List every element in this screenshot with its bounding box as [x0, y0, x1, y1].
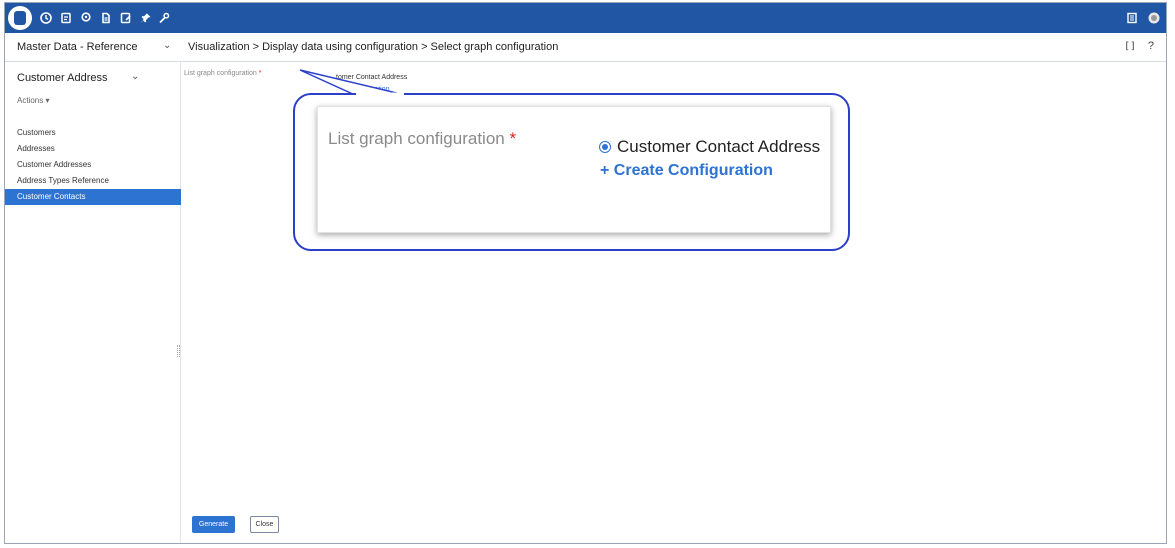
chevron-down-icon[interactable]: ⌄ — [163, 40, 171, 51]
zoom-required-mark: * — [509, 129, 517, 148]
user-avatar-icon[interactable] — [1147, 11, 1161, 25]
zoom-card: List graph configuration * Customer Cont… — [317, 106, 831, 233]
create-configuration-link[interactable]: ration — [372, 86, 390, 93]
zoom-option-label: Customer Contact Address — [617, 137, 821, 156]
document-icon[interactable] — [59, 11, 73, 25]
sidebar: Customer Address ⌄ Actions ▾ Customers A… — [5, 62, 181, 543]
actions-menu[interactable]: Actions ▾ — [17, 96, 49, 105]
required-mark: * — [258, 70, 262, 77]
zoom-field-label-text: List graph configuration — [328, 129, 505, 148]
sidebar-nav: Customers Addresses Customer Addresses A… — [5, 125, 181, 205]
field-label: List graph configuration * — [184, 70, 261, 77]
breadcrumb: Visualization > Display data using confi… — [188, 41, 559, 53]
edit-document-icon[interactable] — [119, 11, 133, 25]
expand-icon[interactable]: [] — [1124, 41, 1136, 52]
header-bar: Master Data - Reference ⌄ Visualization … — [5, 33, 1166, 62]
location-icon[interactable] — [79, 11, 93, 25]
field-label-text: List graph configuration — [184, 70, 257, 77]
generate-button[interactable]: Generate — [192, 516, 235, 533]
sidebar-title[interactable]: Customer Address — [17, 72, 107, 84]
chevron-down-icon[interactable]: ⌄ — [131, 71, 139, 82]
list-icon[interactable] — [1125, 11, 1139, 25]
zoom-create-configuration-link[interactable]: + Create Configuration — [600, 162, 773, 180]
clock-icon[interactable] — [39, 11, 53, 25]
radio-selected-icon[interactable] — [599, 141, 611, 153]
zoom-field-label: List graph configuration * — [328, 129, 516, 149]
help-icon[interactable]: ? — [1148, 40, 1154, 52]
resize-handle[interactable] — [177, 345, 180, 357]
zoom-config-option[interactable]: Customer Contact Address — [599, 137, 820, 157]
sidebar-item-customer-addresses[interactable]: Customer Addresses — [5, 157, 181, 173]
close-button[interactable]: Close — [250, 516, 279, 533]
sidebar-item-address-types-reference[interactable]: Address Types Reference — [5, 173, 181, 189]
sidebar-item-customer-contacts[interactable]: Customer Contacts — [5, 189, 181, 205]
module-selector[interactable]: Master Data - Reference — [17, 41, 137, 53]
wrench-icon[interactable] — [157, 11, 171, 25]
database-icon[interactable] — [8, 6, 32, 30]
sidebar-item-customers[interactable]: Customers — [5, 125, 181, 141]
top-toolbar — [5, 3, 1166, 33]
pin-icon[interactable] — [139, 11, 153, 25]
config-option-radio[interactable]: tomer Contact Address — [336, 74, 407, 81]
actions-label: Actions — [17, 96, 44, 105]
app-window: Master Data - Reference ⌄ Visualization … — [4, 2, 1167, 544]
file-icon[interactable] — [99, 11, 113, 25]
sidebar-item-addresses[interactable]: Addresses — [5, 141, 181, 157]
